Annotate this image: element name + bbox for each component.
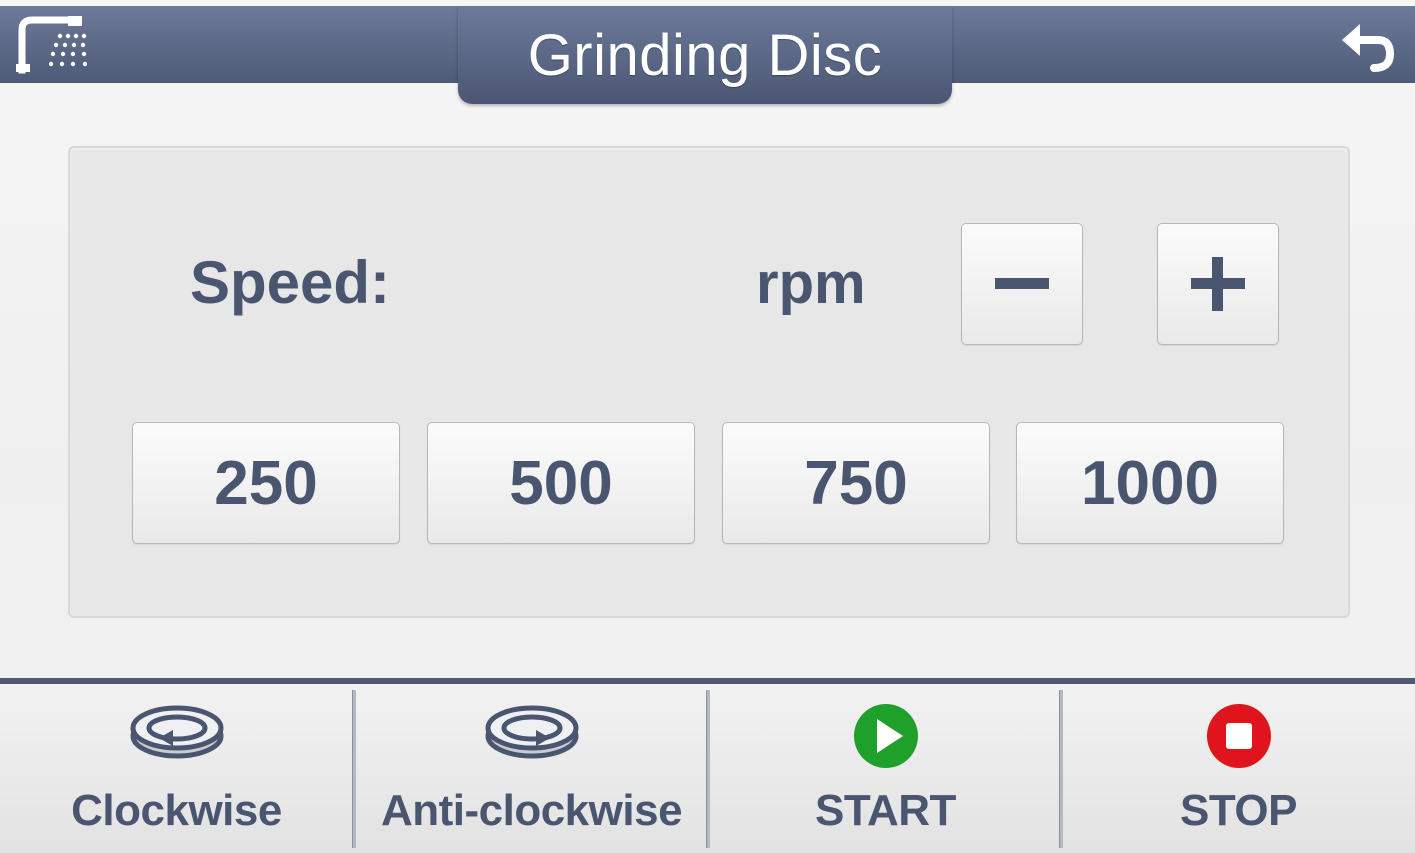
plus-icon xyxy=(1191,257,1245,311)
preset-750-button[interactable]: 750 xyxy=(722,422,990,544)
clockwise-rotation-icon xyxy=(129,702,225,767)
increase-speed-button[interactable] xyxy=(1157,223,1279,345)
page-title: Grinding Disc xyxy=(527,23,883,88)
anticlockwise-rotation-icon xyxy=(484,702,580,767)
clockwise-label: Clockwise xyxy=(71,786,282,835)
preset-250-button[interactable]: 250 xyxy=(132,422,400,544)
screen: Grinding Disc Speed: rpm 250 500 750 100… xyxy=(0,0,1415,853)
back-arrow-icon[interactable] xyxy=(1338,20,1398,74)
anticlockwise-button[interactable]: Anti-clockwise xyxy=(355,684,708,853)
speed-label: Speed: xyxy=(190,249,391,316)
minus-icon xyxy=(995,278,1049,289)
stop-label: STOP xyxy=(1179,786,1298,835)
decrease-speed-button[interactable] xyxy=(961,223,1083,345)
stop-button[interactable]: STOP xyxy=(1062,684,1415,853)
stop-icon xyxy=(1205,702,1273,775)
clockwise-button[interactable]: Clockwise xyxy=(0,684,353,853)
anticlockwise-label: Anti-clockwise xyxy=(380,786,683,835)
start-button[interactable]: START xyxy=(709,684,1062,853)
speed-panel xyxy=(68,146,1350,618)
shower-home-icon[interactable] xyxy=(16,12,92,76)
preset-1000-button[interactable]: 1000 xyxy=(1016,422,1284,544)
preset-500-button[interactable]: 500 xyxy=(427,422,695,544)
start-label: START xyxy=(815,786,956,835)
speed-unit: rpm xyxy=(756,251,866,316)
play-icon xyxy=(852,702,920,775)
